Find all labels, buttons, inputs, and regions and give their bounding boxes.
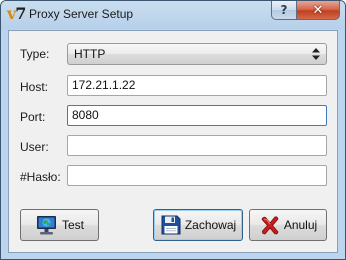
app-logo-icon: v7 — [7, 4, 26, 23]
help-icon: ? — [280, 3, 288, 17]
close-icon: ✕ — [312, 2, 324, 18]
port-input[interactable]: 8080 — [67, 105, 327, 126]
close-button[interactable]: ✕ — [297, 1, 340, 20]
proxy-setup-dialog: v7 Proxy Server Setup ? ✕ Type: HTTP Hos… — [0, 0, 346, 260]
password-input[interactable] — [67, 165, 327, 186]
up-down-arrows-icon — [312, 48, 320, 60]
user-label: User: — [20, 140, 49, 154]
cancel-button-label: Anuluj — [283, 218, 318, 232]
save-button-label: Zachowaj — [184, 218, 237, 232]
save-button[interactable]: Zachowaj — [153, 209, 243, 241]
dialog-body: Type: HTTP Host: 172.21.1.22 Port: 8080 … — [8, 30, 338, 253]
test-button-label: Test — [61, 218, 84, 232]
type-label: Type: — [20, 47, 50, 61]
host-label: Host: — [20, 80, 49, 94]
caption-buttons: ? ✕ — [271, 1, 340, 20]
test-button[interactable]: Test — [20, 209, 99, 241]
floppy-disk-icon — [161, 215, 181, 235]
user-input[interactable] — [67, 135, 327, 156]
help-button[interactable]: ? — [271, 1, 297, 20]
monitor-globe-icon — [36, 216, 56, 235]
cancel-button[interactable]: Anuluj — [249, 209, 327, 241]
window-title: Proxy Server Setup — [29, 7, 134, 21]
port-label: Port: — [20, 110, 46, 124]
proxy-type-select[interactable]: HTTP — [67, 43, 327, 65]
proxy-type-value: HTTP — [74, 47, 106, 61]
password-label: #Hasło: — [20, 170, 61, 184]
title-bar[interactable]: v7 Proxy Server Setup ? ✕ — [1, 1, 345, 29]
host-input[interactable]: 172.21.1.22 — [67, 75, 327, 96]
red-x-icon — [261, 216, 279, 235]
